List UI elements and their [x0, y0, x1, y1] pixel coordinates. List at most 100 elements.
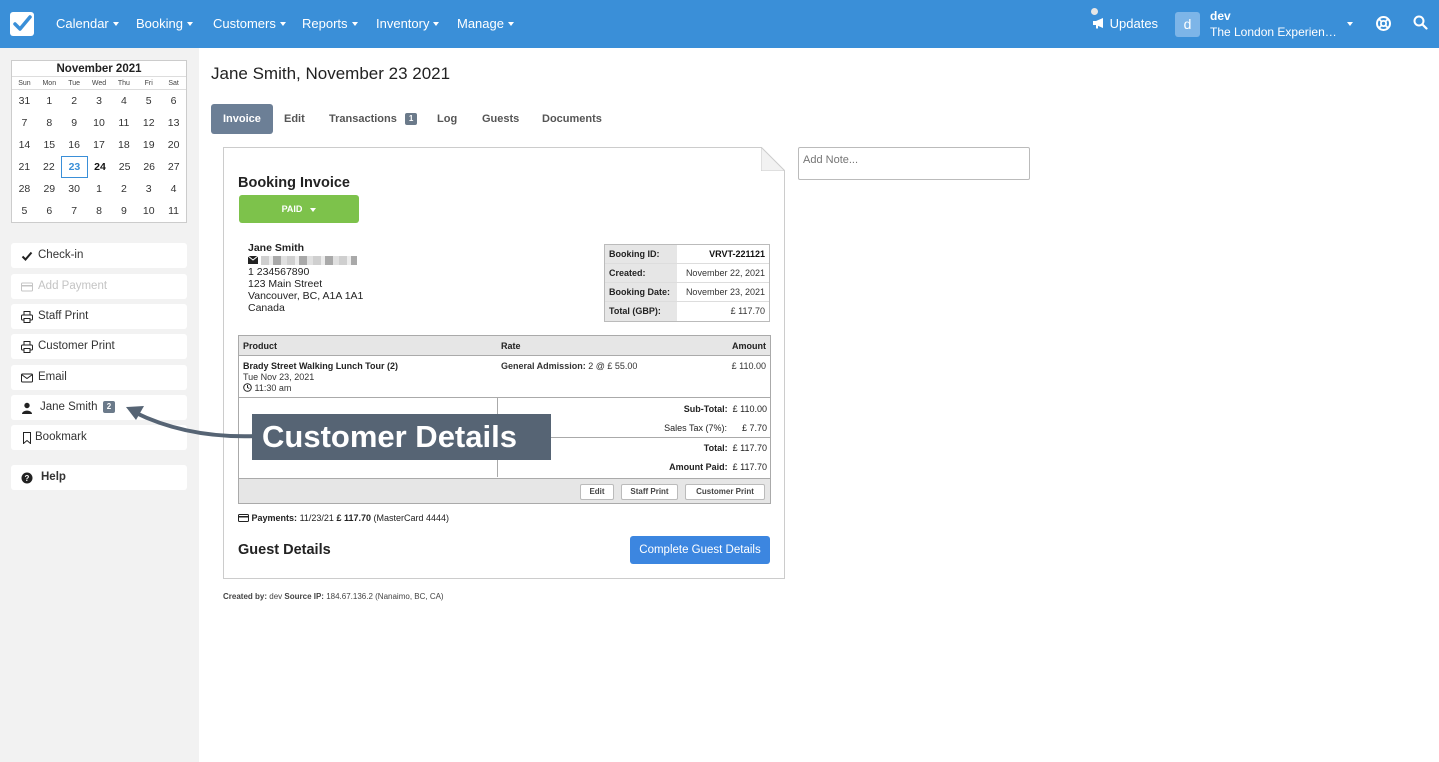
tab-transactions[interactable]: Transactions 1 — [329, 104, 418, 134]
table-row: Brady Street Walking Lunch Tour (2) Tue … — [239, 356, 770, 398]
rate-label: General Admission: — [501, 361, 586, 371]
calendar-day[interactable]: 23 — [61, 156, 88, 178]
calendar-day[interactable]: 10 — [136, 200, 161, 222]
tab-guests[interactable]: Guests — [482, 104, 519, 134]
calendar-day[interactable]: 17 — [87, 134, 112, 156]
calendar-day[interactable]: 14 — [12, 134, 37, 156]
booking-total: £ 117.70 — [730, 306, 765, 316]
calendar-day[interactable]: 28 — [12, 178, 37, 200]
customer-print-button[interactable]: Customer Print — [685, 484, 765, 500]
line-time: 11:30 am — [254, 383, 292, 393]
calendar-day[interactable]: 11 — [161, 200, 186, 222]
add-note-field[interactable] — [798, 147, 1030, 180]
customer-street: 123 Main Street — [248, 278, 323, 290]
calendar-day[interactable]: 21 — [12, 156, 37, 178]
chevron-down-icon[interactable] — [1347, 22, 1353, 26]
calendar-day[interactable]: 12 — [136, 112, 161, 134]
staff-print-button[interactable]: Staff Print — [621, 484, 678, 500]
calendar-day[interactable]: 19 — [136, 134, 161, 156]
app-logo-icon[interactable] — [10, 12, 34, 36]
created-date: November 22, 2021 — [685, 268, 765, 278]
line-rate: General Admission: 2 @ £ 55.00 — [501, 361, 637, 371]
amount-paid-value: £ 117.70 — [732, 462, 767, 472]
credit-card-icon — [238, 514, 249, 522]
chevron-down-icon — [310, 207, 317, 212]
nav-inventory[interactable]: Inventory — [376, 16, 440, 31]
payments-label: Payments: — [251, 513, 298, 523]
calendar-day[interactable]: 7 — [12, 112, 37, 134]
calendar-day[interactable]: 24 — [88, 156, 113, 178]
weekday-label: Thu — [117, 80, 130, 87]
calendar-week-row: 28 29 30 1 2 3 4 — [12, 178, 186, 200]
check-in-button[interactable]: Check-in — [11, 243, 187, 268]
calendar-day[interactable]: 1 — [87, 178, 112, 200]
nav-reports[interactable]: Reports — [302, 16, 358, 31]
calendar-day[interactable]: 29 — [37, 178, 62, 200]
tab-documents[interactable]: Documents — [542, 104, 602, 134]
tab-invoice[interactable]: Invoice — [211, 104, 273, 134]
calendar-day[interactable]: 2 — [111, 178, 136, 200]
calendar-day[interactable]: 6 — [37, 200, 62, 222]
calendar-day[interactable]: 4 — [161, 178, 186, 200]
calendar-day[interactable]: 30 — [62, 178, 87, 200]
calendar-day[interactable]: 1 — [37, 90, 62, 112]
nav-calendar[interactable]: Calendar — [56, 16, 119, 31]
tab-edit[interactable]: Edit — [284, 104, 305, 134]
customer-phone: 1 234567890 — [248, 266, 310, 278]
nav-booking[interactable]: Booking — [136, 16, 193, 31]
calendar-day[interactable]: 25 — [112, 156, 137, 178]
edit-button[interactable]: Edit — [580, 484, 614, 500]
staff-print-button[interactable]: Staff Print — [11, 304, 187, 329]
calendar-day[interactable]: 11 — [111, 112, 136, 134]
calendar-day[interactable]: 5 — [12, 200, 37, 222]
calendar-day[interactable]: 16 — [62, 134, 87, 156]
help-lifebuoy-icon[interactable] — [1375, 15, 1392, 32]
calendar-day[interactable]: 3 — [136, 178, 161, 200]
email-button[interactable]: Email — [11, 365, 187, 390]
updates-button[interactable]: Updates — [1091, 8, 1158, 31]
calendar-day[interactable]: 9 — [62, 112, 87, 134]
add-payment-button[interactable]: Add Payment — [11, 274, 187, 299]
user-organization[interactable]: The London Experience Ltd — [1210, 25, 1342, 39]
nav-manage[interactable]: Manage — [457, 16, 514, 31]
nav-customers[interactable]: Customers — [213, 16, 286, 31]
calendar-day[interactable]: 3 — [87, 90, 112, 112]
payment-amount: £ 117.70 — [336, 513, 371, 523]
nav-customers-label: Customers — [213, 16, 276, 31]
calendar-day[interactable]: 15 — [37, 134, 62, 156]
payment-date: 11/23/21 — [299, 513, 334, 523]
chevron-down-icon — [351, 21, 358, 26]
calendar-day[interactable]: 10 — [87, 112, 112, 134]
calendar-day[interactable]: 8 — [37, 112, 62, 134]
calendar-day[interactable]: 22 — [37, 156, 62, 178]
customer-print-button[interactable]: Customer Print — [11, 334, 187, 359]
calendar-day[interactable]: 13 — [161, 112, 186, 134]
calendar-day[interactable]: 7 — [62, 200, 87, 222]
complete-guest-details-button[interactable]: Complete Guest Details — [630, 536, 770, 564]
meta-row: Created: November 22, 2021 — [605, 264, 769, 283]
calendar-day[interactable]: 18 — [111, 134, 136, 156]
calendar-day[interactable]: 5 — [136, 90, 161, 112]
email-label: Email — [38, 371, 67, 383]
help-button[interactable]: ? Help — [11, 465, 187, 490]
calendar-days-grid: 31 1 2 3 4 5 6 7 8 9 10 11 12 13 14 15 16 17 18 19 20 21 22 23 2… — [12, 90, 186, 222]
customer-name: Jane Smith — [248, 242, 305, 254]
calendar-day[interactable]: 8 — [87, 200, 112, 222]
calendar-month-title[interactable]: November 2021 — [12, 61, 186, 77]
tab-log[interactable]: Log — [437, 104, 457, 134]
redacted-email — [261, 255, 357, 265]
avatar[interactable]: d — [1175, 12, 1200, 37]
search-icon[interactable] — [1413, 15, 1430, 32]
calendar-day[interactable]: 2 — [62, 90, 87, 112]
calendar-day[interactable]: 9 — [111, 200, 136, 222]
calendar-day[interactable]: 26 — [137, 156, 162, 178]
total-row: Total: £ 117.70 — [704, 443, 767, 453]
payment-status-button[interactable]: PAID — [239, 195, 359, 223]
calendar-day[interactable]: 4 — [111, 90, 136, 112]
calendar-day[interactable]: 6 — [161, 90, 186, 112]
calendar-day[interactable]: 31 — [12, 90, 37, 112]
calendar-day[interactable]: 27 — [161, 156, 186, 178]
user-name[interactable]: dev — [1210, 9, 1231, 23]
check-in-label: Check-in — [38, 249, 84, 261]
calendar-day[interactable]: 20 — [161, 134, 186, 156]
